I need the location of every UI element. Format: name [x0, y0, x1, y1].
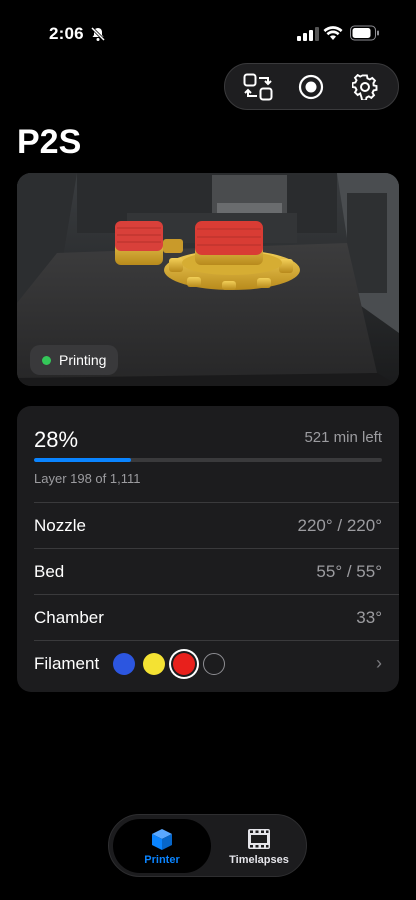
progress-bar-fill: [34, 458, 132, 462]
tab-timelapses-label: Timelapses: [229, 853, 289, 866]
print-status-card: 28% 521 min left Layer 198 of 1,111 Nozz…: [17, 406, 399, 692]
film-icon: [248, 828, 270, 849]
status-dot: [42, 355, 51, 365]
tab-bar: Printer Timelapses: [108, 814, 307, 877]
progress-bar: [34, 458, 382, 462]
progress-percent: 28%: [34, 427, 79, 452]
nozzle-row[interactable]: Nozzle 220° / 220°: [34, 502, 399, 548]
record-icon: [299, 74, 324, 99]
record-button[interactable]: [291, 67, 331, 107]
cellular-signal-icon: [297, 27, 319, 41]
chamber-label: Chamber: [34, 607, 104, 627]
battery-icon: [350, 25, 379, 41]
cube-icon: [152, 828, 172, 850]
filament-label: Filament: [34, 653, 100, 673]
camera-toolbar: [224, 63, 399, 110]
chamber-row[interactable]: Chamber 33°: [34, 594, 399, 640]
filament-swatch[interactable]: [113, 652, 136, 675]
swap-camera-icon: [243, 73, 273, 100]
time-remaining: 521 min left: [304, 429, 382, 446]
printing-status-label: Printing: [59, 352, 107, 368]
tab-printer[interactable]: Printer: [113, 819, 211, 873]
filament-swatch[interactable]: [173, 652, 196, 675]
filament-row[interactable]: Filament ›: [34, 640, 399, 686]
layer-progress: Layer 198 of 1,111: [34, 471, 141, 486]
status-time: 2:06: [49, 24, 84, 43]
nozzle-temperature: 220° / 220°: [297, 515, 383, 535]
wifi-icon: [323, 26, 343, 40]
bed-label: Bed: [34, 561, 65, 581]
nozzle-label: Nozzle: [34, 515, 86, 535]
filament-swatches: [113, 652, 226, 675]
chevron-right-icon: ›: [376, 653, 382, 673]
tab-timelapses[interactable]: Timelapses: [213, 819, 305, 873]
swap-camera-button[interactable]: [238, 67, 278, 107]
filament-swatch[interactable]: [143, 652, 166, 675]
gear-icon: [352, 73, 378, 100]
bed-row[interactable]: Bed 55° / 55°: [34, 548, 399, 594]
filament-swatch[interactable]: [203, 652, 226, 675]
settings-button[interactable]: [345, 67, 385, 107]
status-bar: 2:06: [0, 0, 416, 60]
camera-feed[interactable]: Printing: [17, 173, 399, 386]
printing-status-pill: Printing: [30, 345, 119, 375]
silent-bell-icon: [90, 26, 106, 42]
bed-temperature: 55° / 55°: [316, 561, 382, 581]
printer-name-title: P2S: [17, 123, 82, 161]
tab-printer-label: Printer: [144, 853, 180, 866]
chamber-temperature: 33°: [356, 607, 382, 627]
